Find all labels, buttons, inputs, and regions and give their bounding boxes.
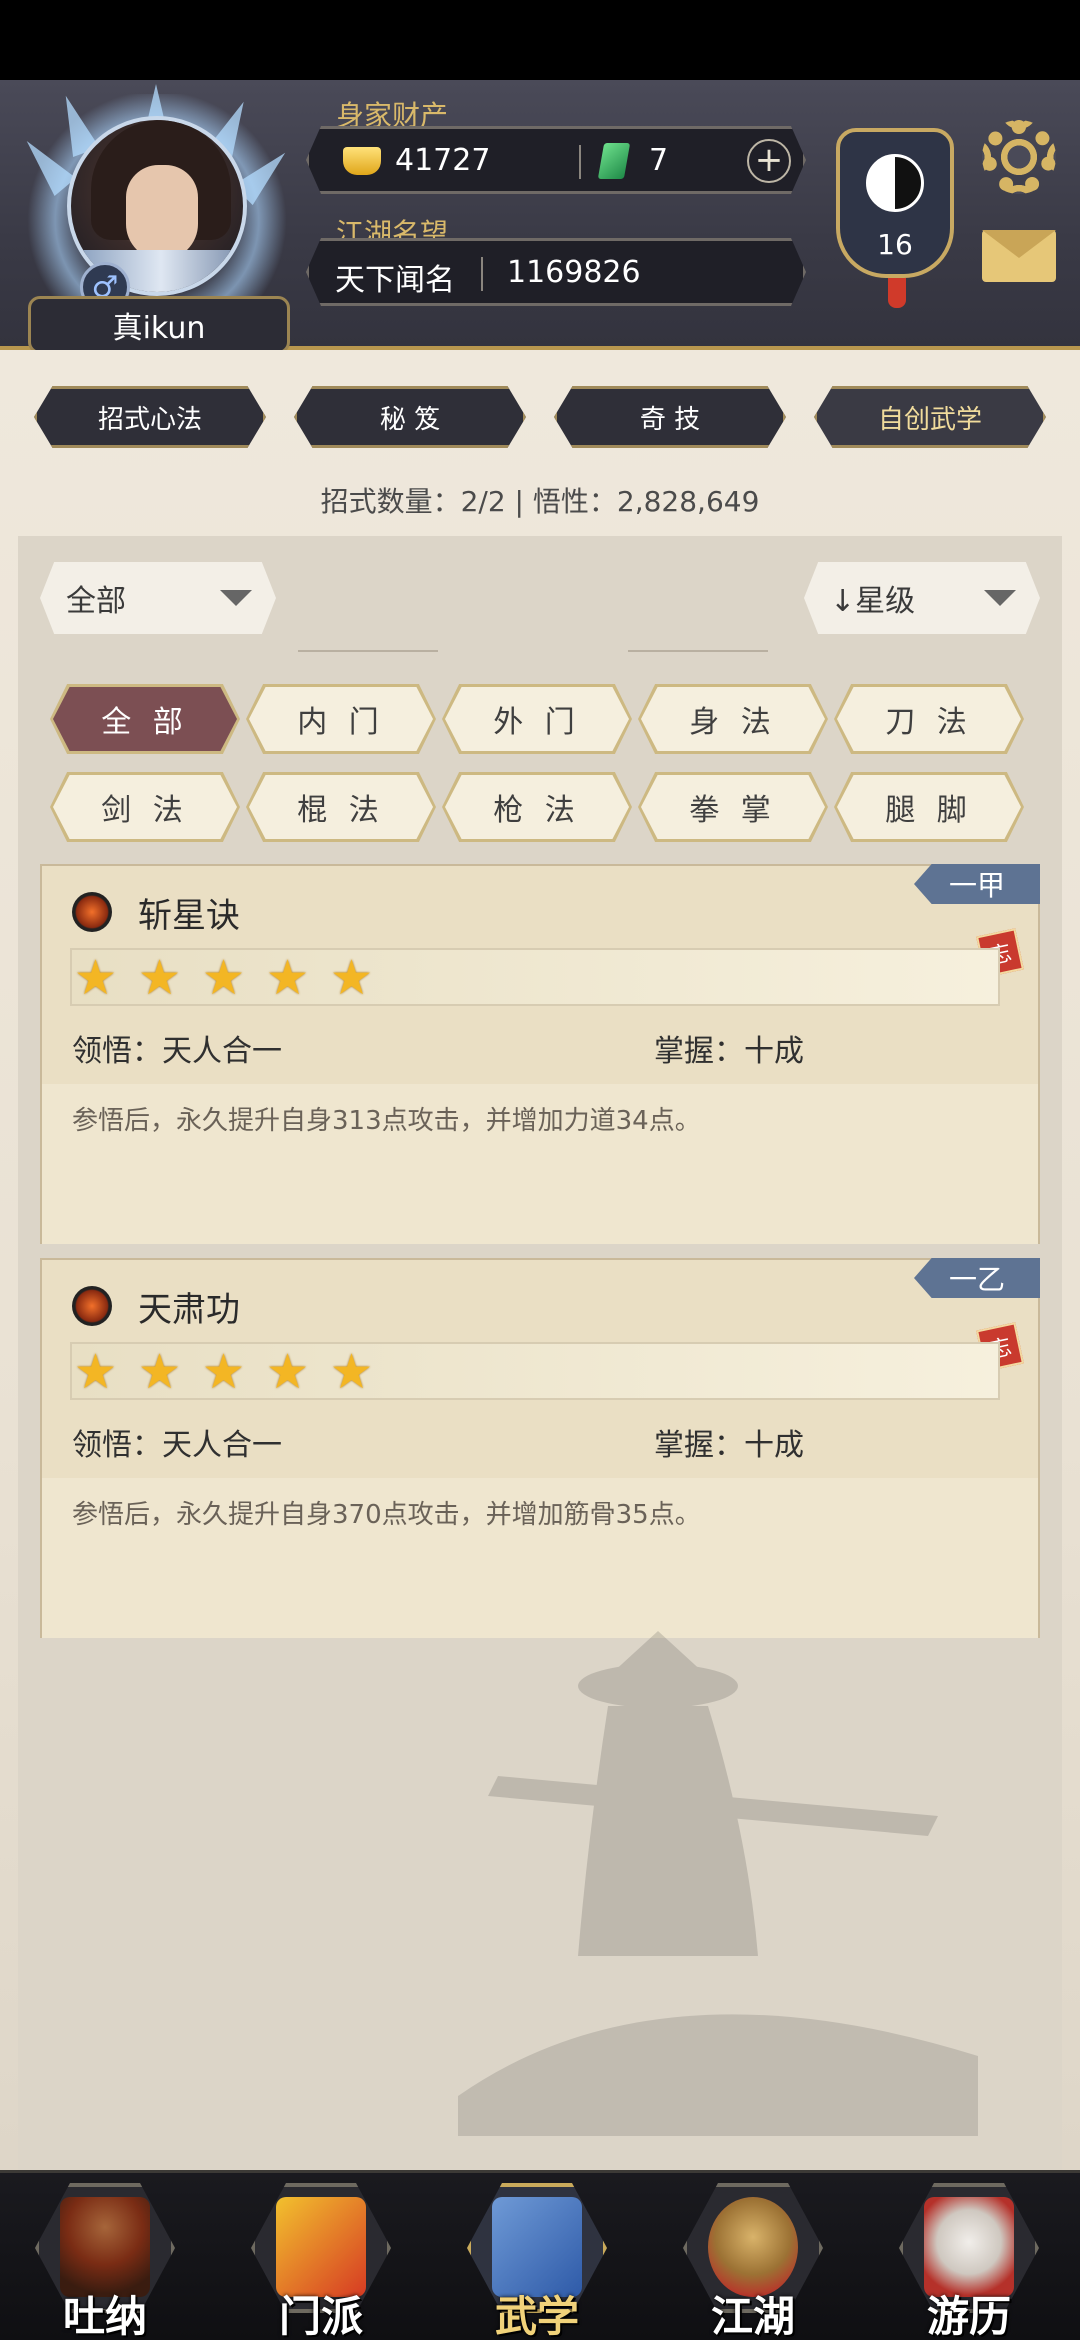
star-icon: ★ [74, 1344, 118, 1400]
yin-yang-icon [866, 154, 924, 212]
caret-down-icon [220, 590, 252, 606]
star-icon: ★ [266, 950, 310, 1006]
star-icon: ★ [74, 950, 118, 1006]
gold-amount: 41727 [395, 143, 491, 178]
star-icon: ★ [202, 950, 246, 1006]
nav-travel[interactable]: 游历 [894, 2183, 1044, 2340]
star-icon: ★ [202, 1344, 246, 1400]
nav-label: 武学 [494, 2292, 579, 2340]
jade-icon [597, 143, 631, 179]
divider [298, 650, 438, 652]
nav-label: 游历 [926, 2292, 1011, 2340]
mastery-level: 掌握：十成 [654, 1428, 804, 1463]
sort-dropdown-value: ↓星级 [830, 584, 916, 619]
skill-name: 天肃功 [138, 1290, 240, 1330]
tab-special-skills[interactable]: 奇 技 [554, 386, 786, 448]
chip-label: 全 部 [53, 687, 237, 751]
chip-label: 拳 掌 [641, 775, 825, 839]
avatar-frame[interactable]: ♂ [15, 84, 296, 324]
nav-breathing[interactable]: 吐纳 [30, 2183, 180, 2340]
skill-icon [72, 1286, 112, 1326]
gear-icon[interactable] [982, 120, 1056, 194]
nav-label: 门派 [278, 2292, 363, 2340]
player-header: ♂ 真ikun 身家财产 41727 7 + 江湖名望 天下闻名 1169826… [0, 80, 1080, 354]
chip-label: 腿 脚 [837, 775, 1021, 839]
grade-tag: 一乙 [914, 1258, 1040, 1298]
nav-sect[interactable]: 门派 [246, 2183, 396, 2340]
banner-icon [276, 2197, 366, 2297]
horse-icon [924, 2197, 1014, 2297]
star-rating: ★ ★ ★ ★ ★ [70, 1342, 1000, 1400]
rank-level: 16 [877, 228, 913, 261]
jade-amount: 7 [649, 143, 669, 178]
chip-all[interactable]: 全 部 [50, 684, 240, 754]
star-icon: ★ [330, 1344, 374, 1400]
nav-label: 吐纳 [62, 2292, 147, 2340]
player-name[interactable]: 真ikun [28, 296, 290, 354]
skill-summary: 招式数量：2/2 | 悟性：2,828,649 [320, 485, 760, 518]
star-icon: ★ [330, 950, 374, 1006]
nav-martial-arts[interactable]: 武学 [462, 2183, 612, 2340]
chip-leg-kick[interactable]: 腿 脚 [834, 772, 1024, 842]
skill-icon [72, 892, 112, 932]
tassel-icon [888, 278, 906, 308]
chip-label: 身 法 [641, 687, 825, 751]
status-bar [0, 0, 1080, 80]
tab-custom-martial-arts[interactable]: 自创武学 [814, 386, 1046, 448]
chip-label: 外 门 [445, 687, 629, 751]
sort-dropdown[interactable]: ↓星级 [804, 562, 1040, 634]
reputation-title: 天下闻名 [335, 263, 455, 298]
comprehension-level: 领悟：天人合一 [72, 1428, 282, 1463]
skill-name: 斩星诀 [138, 896, 240, 936]
comprehension-level: 领悟：天人合一 [72, 1034, 282, 1069]
chip-inner-school[interactable]: 内 门 [246, 684, 436, 754]
skill-panel: 全部 ↓星级 全 部 内 门 外 门 身 法 刀 法 剑 法 棍 法 枪 法 拳… [18, 536, 1062, 2170]
monk-icon [60, 2197, 150, 2297]
divider [481, 257, 483, 291]
reputation-value: 1169826 [507, 255, 641, 290]
tab-manuals[interactable]: 秘 笈 [294, 386, 526, 448]
chip-staff[interactable]: 棍 法 [246, 772, 436, 842]
chip-label: 棍 法 [249, 775, 433, 839]
category-dropdown-value: 全部 [66, 584, 126, 619]
gold-ingot-icon [343, 147, 381, 175]
wealth-bar: 41727 7 + [306, 126, 806, 194]
chip-label: 内 门 [249, 687, 433, 751]
divider [579, 145, 581, 179]
chip-label: 刀 法 [837, 687, 1021, 751]
chip-spear[interactable]: 枪 法 [442, 772, 632, 842]
caret-down-icon [984, 590, 1016, 606]
category-dropdown[interactable]: 全部 [40, 562, 276, 634]
straw-hat-icon [708, 2197, 798, 2297]
book-icon [492, 2197, 582, 2297]
star-icon: ★ [138, 1344, 182, 1400]
main-content: 招式心法 秘 笈 奇 技 自创武学 招式数量：2/2 | 悟性：2,828,64… [0, 350, 1080, 2170]
star-rating: ★ ★ ★ ★ ★ [70, 948, 1000, 1006]
chip-blade[interactable]: 刀 法 [834, 684, 1024, 754]
reputation-bar: 天下闻名 1169826 [306, 238, 806, 306]
divider [628, 650, 768, 652]
skill-description: 参悟后，永久提升自身370点攻击，并增加筋骨35点。 [72, 1500, 701, 1530]
chip-label: 枪 法 [445, 775, 629, 839]
wanderer-silhouette [458, 1631, 978, 2136]
skill-description: 参悟后，永久提升自身313点攻击，并增加力道34点。 [72, 1106, 701, 1136]
nav-jianghu[interactable]: 江湖 [678, 2183, 828, 2340]
mastery-level: 掌握：十成 [654, 1034, 804, 1069]
chip-footwork[interactable]: 身 法 [638, 684, 828, 754]
bottom-navigation: 吐纳 门派 武学 江湖 游历 [0, 2170, 1080, 2340]
tab-moves[interactable]: 招式心法 [34, 386, 266, 448]
mail-icon[interactable] [982, 230, 1056, 282]
chip-outer-school[interactable]: 外 门 [442, 684, 632, 754]
nav-label: 江湖 [710, 2292, 795, 2340]
star-icon: ★ [138, 950, 182, 1006]
grade-tag: 一甲 [914, 864, 1040, 904]
chip-sword[interactable]: 剑 法 [50, 772, 240, 842]
star-icon: ★ [266, 1344, 310, 1400]
add-currency-button[interactable]: + [747, 139, 791, 183]
skill-card[interactable]: 斩星诀 一甲 忘 ★ ★ ★ ★ ★ 领悟：天人合一 掌握：十成 参悟后，永久提… [40, 864, 1040, 1244]
chip-label: 剑 法 [53, 775, 237, 839]
chip-fist-palm[interactable]: 拳 掌 [638, 772, 828, 842]
rank-badge[interactable]: 16 [836, 128, 954, 308]
